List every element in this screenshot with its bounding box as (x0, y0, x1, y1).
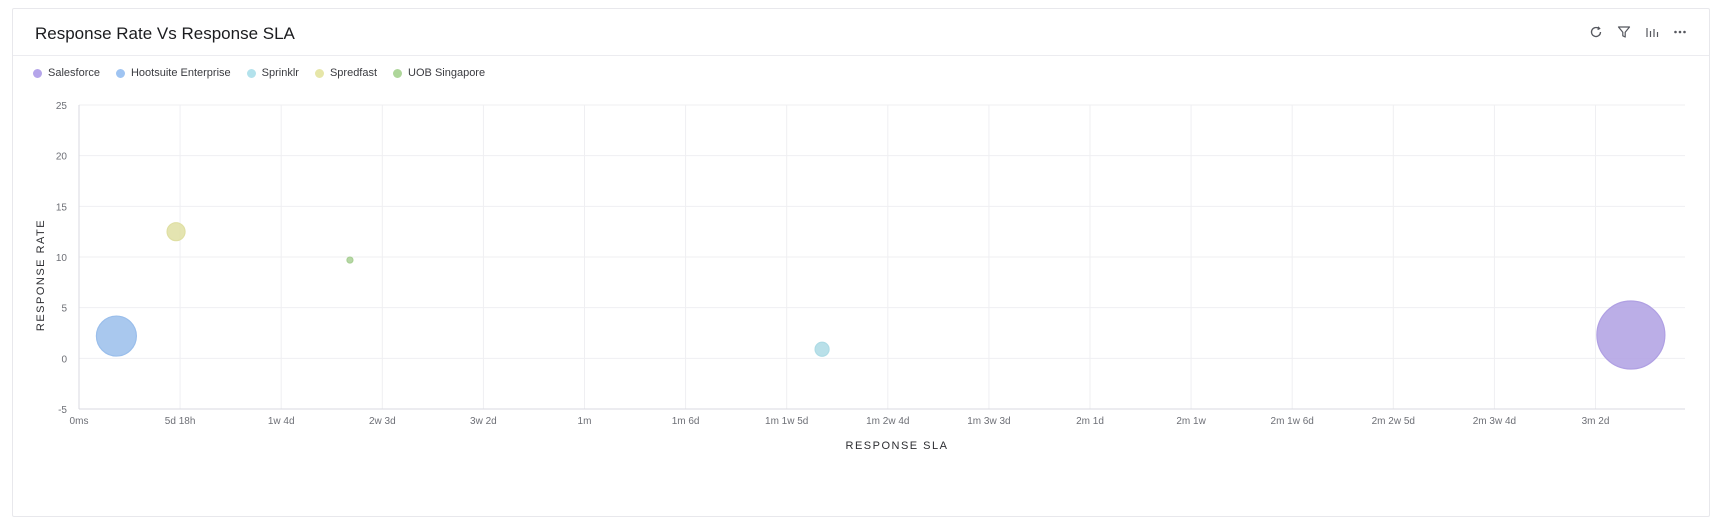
bubble-spredfast[interactable] (166, 222, 186, 242)
y-tick-label: 10 (56, 253, 68, 264)
more-icon (1674, 30, 1686, 34)
x-axis-title: RESPONSE SLA (846, 440, 949, 452)
x-tick-label: 1w 4d (268, 416, 295, 427)
chart-legend: Salesforce Hootsuite Enterprise Sprinklr Sp… (33, 67, 485, 79)
chart-widget: Response Rate Vs Response SLA Salesforce… (12, 8, 1710, 517)
widget-toolbar (1587, 23, 1689, 41)
legend-swatch (33, 68, 42, 78)
legend-item-spredfast[interactable]: Spredfast (314, 67, 378, 79)
filter-button[interactable] (1615, 23, 1633, 41)
x-tick-label: 3m 2d (1582, 416, 1610, 427)
legend-item-uob-singapore[interactable]: UOB Singapore (393, 67, 485, 79)
y-tick-label: 5 (61, 304, 67, 315)
y-tick-label: 25 (56, 101, 68, 112)
x-tick-label: 1m 6d (672, 416, 700, 427)
x-tick-label: 5d 18h (165, 416, 196, 427)
bubble-uob-singapore[interactable] (346, 256, 354, 264)
legend-swatch (246, 68, 256, 78)
y-tick-label: 20 (56, 152, 68, 163)
legend-label: UOB Singapore (408, 67, 486, 79)
x-tick-label: 2m 1w (1176, 416, 1206, 427)
bubble-hootsuite-enterprise[interactable] (95, 315, 138, 357)
chart-area: 25 20 15 10 5 0 -5 0ms 5d 18h 1w 4d 2w 3d 3w 2d 1m 1m… (13, 89, 1711, 504)
x-tick-label: 3w 2d (470, 416, 497, 427)
x-tick-label: 1m 2w 4d (866, 416, 909, 427)
bar-chart-icon (1646, 28, 1659, 37)
legend-item-hootsuite-enterprise[interactable]: Hootsuite Enterprise (115, 67, 231, 79)
x-tick-label: 1m 1w 5d (765, 416, 808, 427)
legend-swatch (314, 68, 324, 78)
widget-header: Response Rate Vs Response SLA (13, 9, 1709, 56)
y-axis-title: RESPONSE RATE (35, 219, 47, 331)
legend-swatch (393, 68, 403, 78)
bubble-salesforce[interactable] (1596, 300, 1666, 370)
x-tick-label: 2w 3d (369, 416, 396, 427)
legend-label: Spredfast (329, 67, 378, 79)
chart-type-button[interactable] (1643, 23, 1661, 41)
x-tick-label: 0ms (70, 416, 89, 427)
filter-icon (1617, 26, 1631, 38)
legend-label: Sprinklr (261, 67, 299, 79)
y-tick-label: 0 (61, 354, 67, 365)
y-tick-label: -5 (58, 405, 67, 416)
x-tick-label: 1m 3w 3d (967, 416, 1010, 427)
legend-label: Hootsuite Enterprise (130, 67, 231, 79)
widget-title: Response Rate Vs Response SLA (35, 24, 295, 43)
x-tick-label: 2m 3w 4d (1473, 416, 1516, 427)
legend-label: Salesforce (48, 67, 100, 79)
x-tick-label: 2m 1w 6d (1271, 416, 1314, 427)
legend-item-sprinklr[interactable]: Sprinklr (246, 67, 299, 79)
x-tick-label: 2m 1d (1076, 416, 1104, 427)
bubble-sprinklr[interactable] (814, 341, 830, 357)
refresh-icon (1590, 26, 1602, 38)
bubble-chart: 25 20 15 10 5 0 -50ms 5d 18h 1w 4d 2w 3d 3w 2d 1m 1m… (35, 101, 1685, 452)
more-options-button[interactable] (1671, 23, 1689, 41)
legend-swatch (115, 68, 125, 78)
refresh-button[interactable] (1587, 23, 1605, 41)
legend-item-salesforce[interactable]: Salesforce (33, 67, 100, 79)
x-tick-label: 1m (578, 416, 592, 427)
y-tick-label: 15 (56, 202, 68, 213)
x-tick-label: 2m 2w 5d (1372, 416, 1415, 427)
